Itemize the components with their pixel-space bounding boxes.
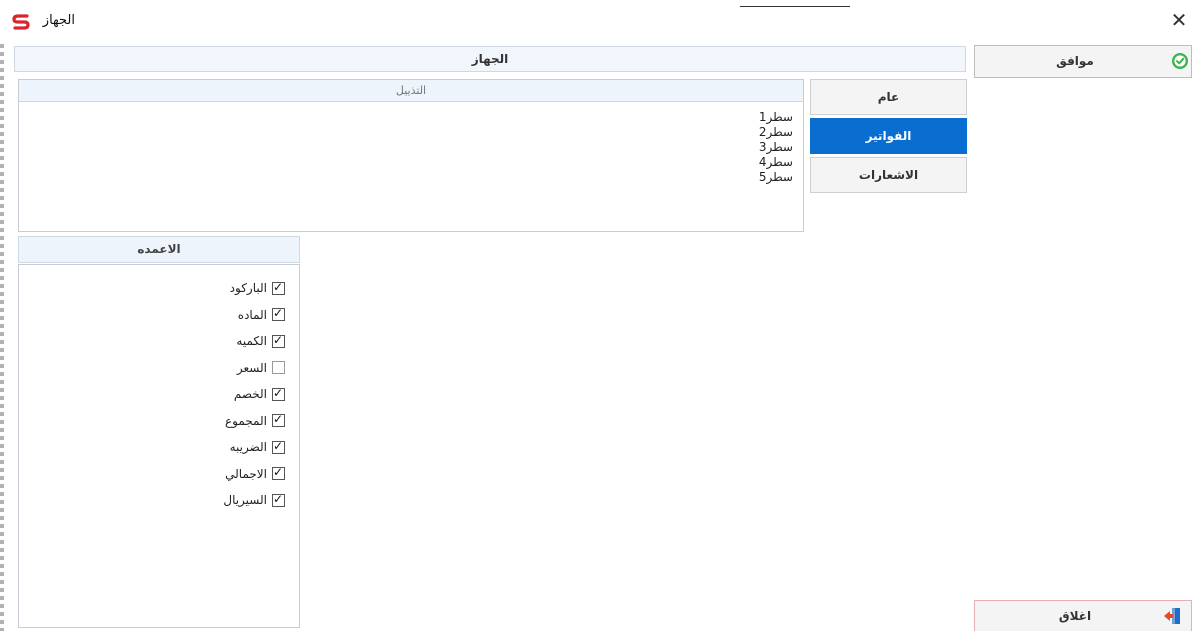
close-button-label: اغلاق [1058,609,1092,623]
column-label: الخصم [233,387,267,402]
column-label: الكميه [236,334,267,349]
column-label: السعر [236,360,267,375]
column-label: المجموع [225,413,267,428]
checkbox[interactable] [272,439,285,454]
footer-editor[interactable]: التذييل سطر1 سطر2 سطر3 سطر4 سطر5 [18,79,804,232]
close-button[interactable]: اغلاق [974,600,1192,631]
exit-door-icon [1164,608,1180,624]
ok-button[interactable]: موافق [974,45,1192,78]
column-label: الاجمالي [225,466,267,481]
panel-header: الجهاز [14,46,966,72]
checkbox[interactable] [272,280,285,295]
tab-invoices[interactable]: الفواتير [810,118,967,154]
checkbox[interactable] [272,465,285,481]
window-title: الجهاز [42,13,75,28]
tab-general[interactable]: عام [810,79,967,115]
columns-header: الاعمده [18,236,300,263]
column-item-material[interactable]: الماده [223,302,285,329]
column-label: الضريبه [229,440,267,455]
window-edge [0,44,4,631]
check-circle-icon [1172,53,1188,69]
column-item-price[interactable]: السعر [223,355,285,382]
column-item-serial[interactable]: السيريال [223,487,285,514]
footer-line: سطر3 [758,140,793,154]
footer-line: سطر5 [758,170,793,184]
checkbox[interactable] [272,306,285,322]
checkbox[interactable] [272,333,285,348]
column-item-total[interactable]: الاجمالي [223,461,285,488]
columns-list: الباركود الماده الكميه السعر الخصم المجم… [18,264,300,628]
columns-checklist: الباركود الماده الكميه السعر الخصم المجم… [223,275,285,514]
close-window-button[interactable]: ✕ [1168,10,1190,32]
app-logo-icon [12,14,30,30]
divider [740,6,850,7]
tab-notices[interactable]: الاشعارات [810,157,967,193]
column-label: السيريال [223,493,267,508]
footer-line: سطر1 [758,110,793,124]
column-item-quantity[interactable]: الكميه [223,328,285,355]
checkbox[interactable] [272,492,285,507]
column-label: الماده [237,307,267,322]
column-item-discount[interactable]: الخصم [223,381,285,408]
footer-lines[interactable]: سطر1 سطر2 سطر3 سطر4 سطر5 [759,110,793,185]
column-label: الباركود [229,281,267,296]
checkbox[interactable] [272,412,285,428]
ok-button-label: موافق [1056,54,1094,68]
checkbox[interactable] [272,386,285,401]
column-item-subtotal[interactable]: المجموع [223,408,285,435]
footer-line: سطر4 [758,155,793,169]
checkbox[interactable] [272,361,285,375]
column-item-tax[interactable]: الضريبه [223,434,285,461]
footer-line: سطر2 [758,125,793,139]
footer-header: التذييل [19,80,803,102]
column-item-barcode[interactable]: الباركود [223,275,285,302]
title-bar: الجهاز ✕ [0,0,1197,44]
